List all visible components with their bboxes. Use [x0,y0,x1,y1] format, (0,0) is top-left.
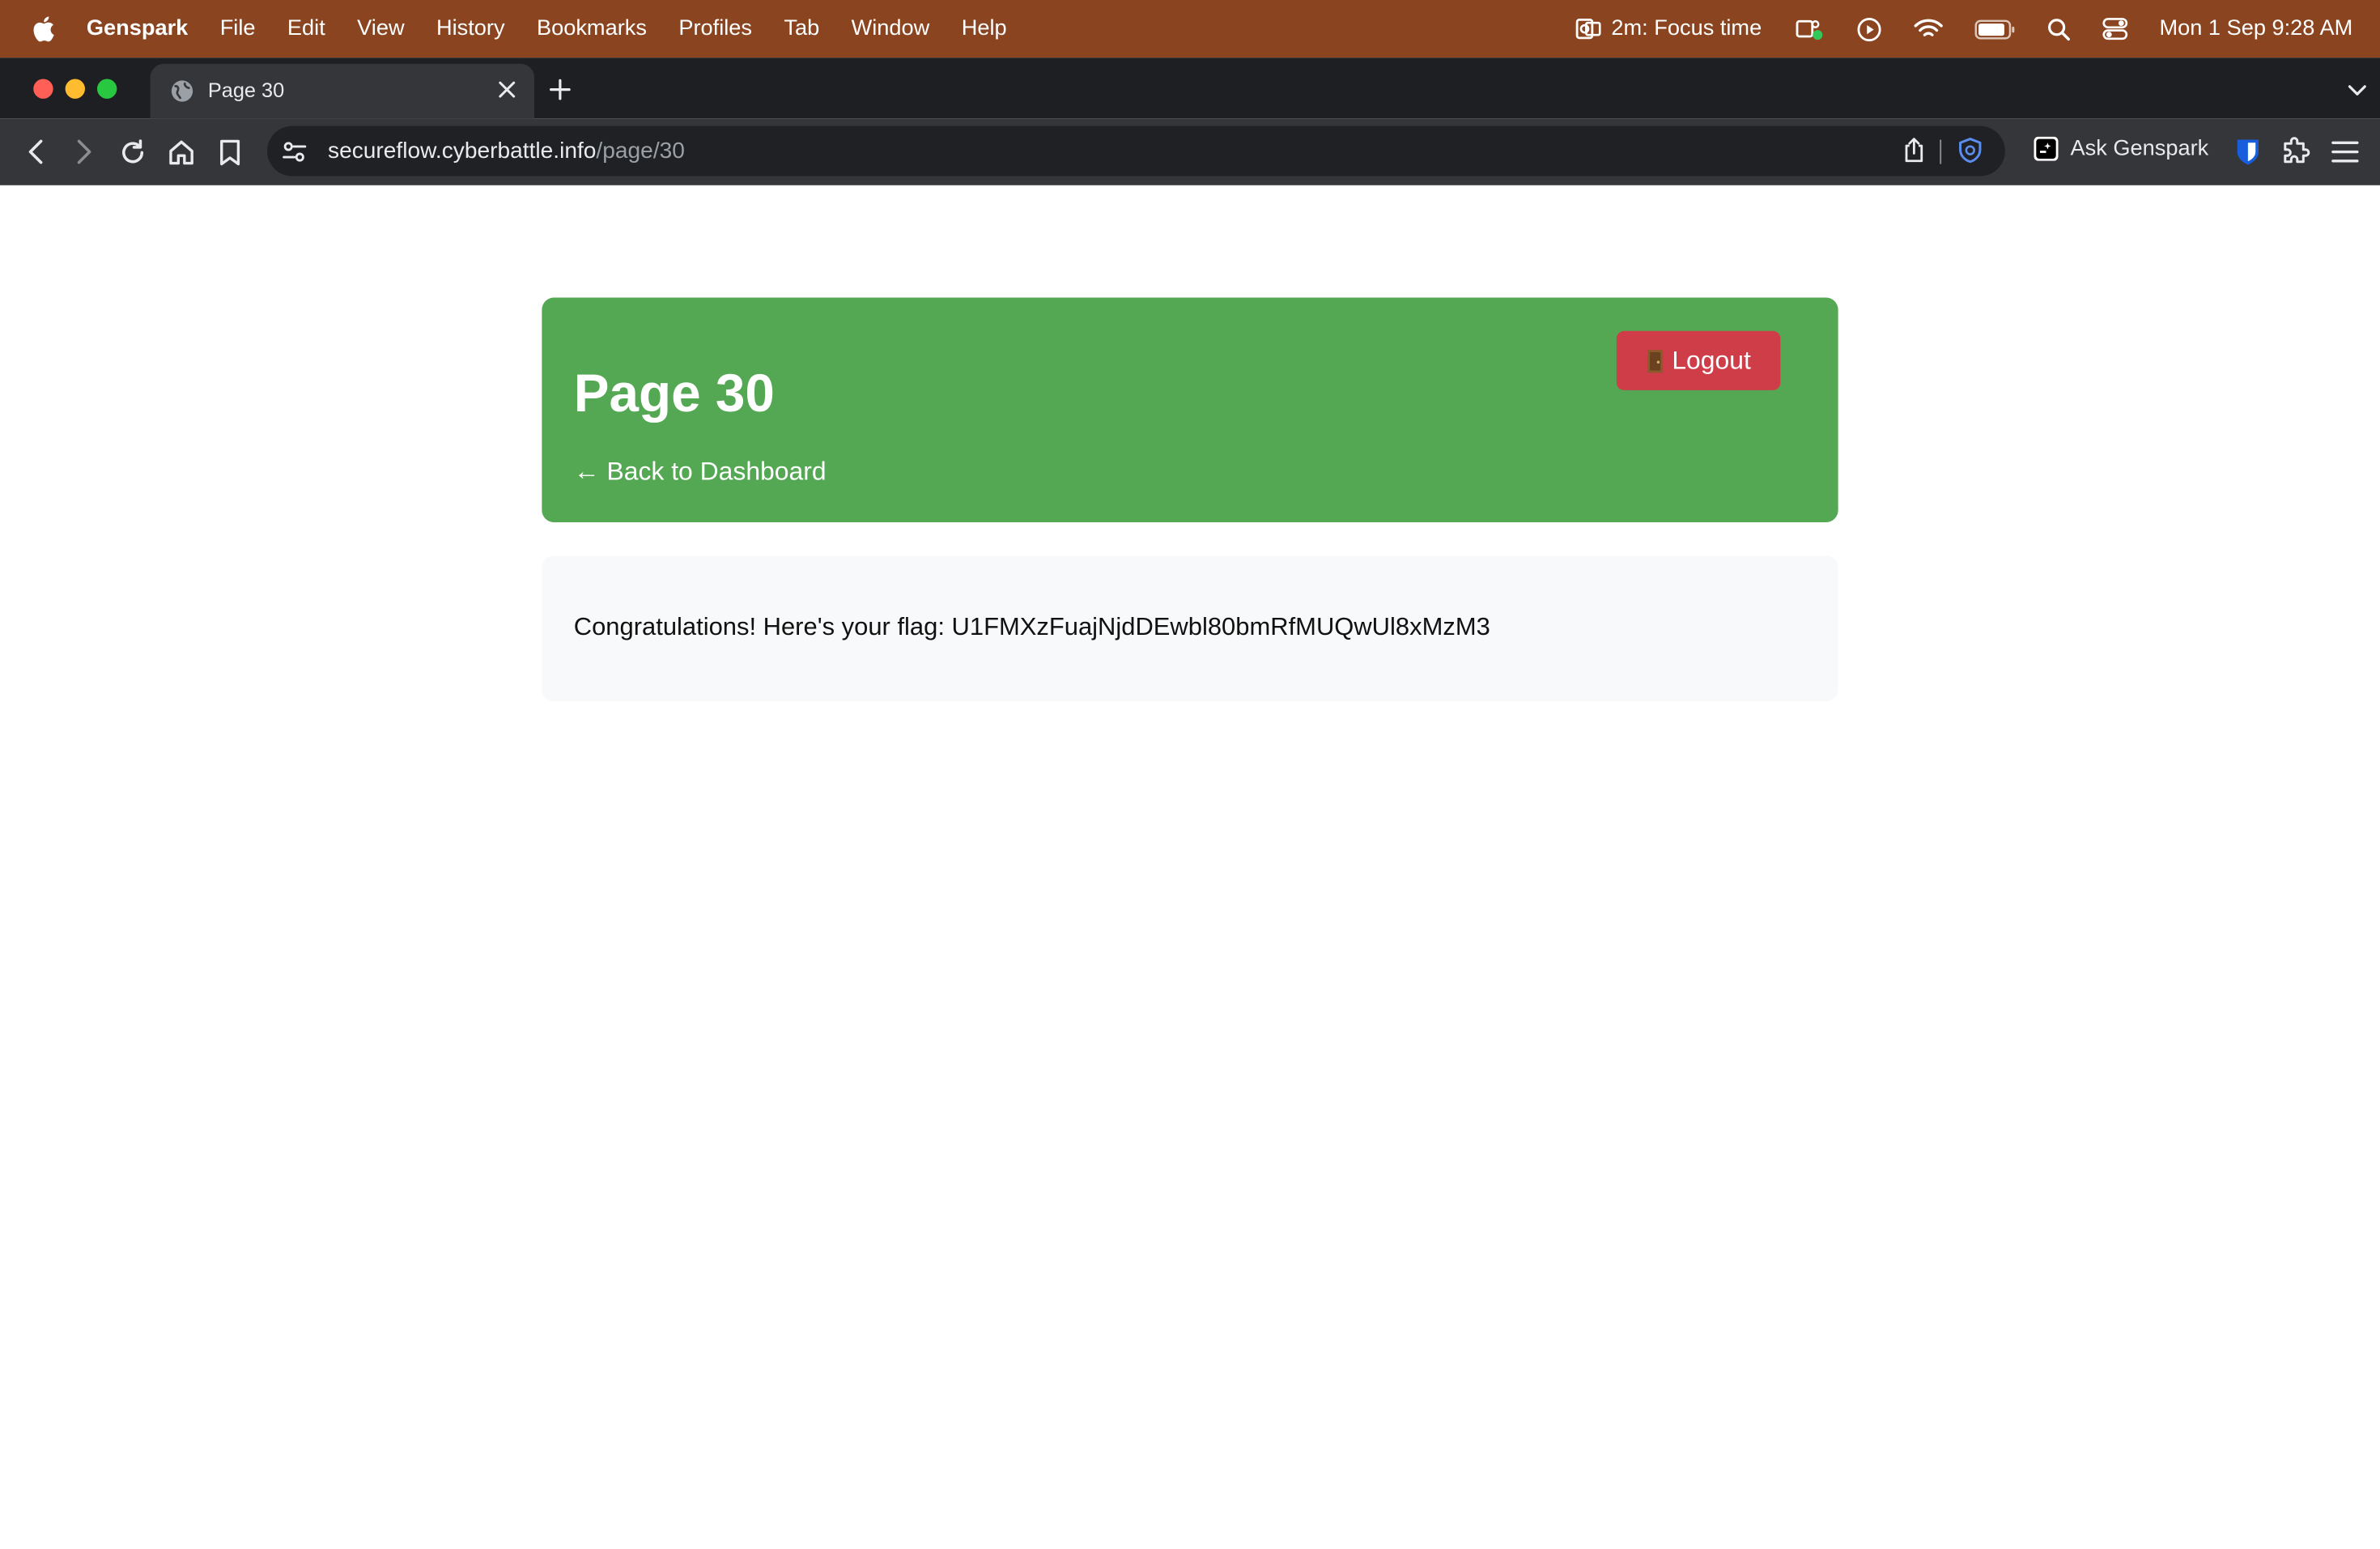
globe-icon [170,79,194,104]
url-text[interactable]: secureflow.cyberbattle.info/page/30 [328,138,685,164]
browser-toolbar: secureflow.cyberbattle.info/page/30 Ask … [0,118,2380,187]
page-header: Page 30 ← Back to Dashboard Logout [542,297,1838,522]
apple-icon[interactable] [31,15,57,43]
tab-title: Page 30 [207,79,285,102]
flag-message: Congratulations! Here's your flag: U1FMX… [573,613,1490,641]
tab-strip: Page 30 [0,57,2380,119]
minimize-window-button[interactable] [65,79,85,99]
page-title: Page 30 [573,364,775,424]
bookmark-icon[interactable] [213,135,246,168]
address-bar[interactable]: secureflow.cyberbattle.info/page/30 [267,126,2005,177]
site-info-tune-icon[interactable] [281,138,308,166]
spotlight-search-icon[interactable] [2047,18,2070,40]
menu-profiles[interactable]: Profiles [678,17,752,41]
share-icon[interactable] [1901,137,1928,164]
genspark-icon [2034,136,2059,161]
door-icon [1647,349,1663,372]
url-path: /page/30 [596,138,685,164]
menu-file[interactable]: File [220,17,256,41]
tab-search-chevron-down-icon[interactable] [2345,78,2369,102]
menu-view[interactable]: View [357,17,404,41]
focus-status-label: 2m: Focus time [1611,16,1762,41]
home-icon[interactable] [164,135,198,168]
close-tab-icon[interactable] [495,78,519,102]
logout-button[interactable]: Logout [1616,330,1781,390]
focus-status[interactable]: 2m: Focus time [1575,17,1762,41]
menu-tab[interactable]: Tab [784,17,819,41]
tab-page-30[interactable]: Page 30 [150,63,534,119]
forward-arrow-icon[interactable] [67,135,100,168]
outlook-calendar-icon [1575,18,1600,40]
datetime[interactable]: Mon 1 Sep 9:28 AM [2159,17,2352,41]
back-to-dashboard-link[interactable]: ← Back to Dashboard [574,457,827,487]
control-center-icon[interactable] [2102,17,2127,41]
extensions-puzzle-icon[interactable] [2278,135,2311,168]
bitwarden-shield-icon[interactable] [2231,135,2264,168]
menu-bookmarks[interactable]: Bookmarks [537,17,647,41]
content-card: Congratulations! Here's your flag: U1FMX… [542,555,1838,702]
close-window-button[interactable] [33,79,53,99]
battery-icon[interactable] [1974,19,2016,39]
teams-icon[interactable] [1794,17,1825,41]
menu-window[interactable]: Window [852,17,930,41]
menu-help[interactable]: Help [962,17,1007,41]
wifi-icon[interactable] [1913,19,1943,40]
menu-app-name[interactable]: Genspark [87,17,188,41]
logout-label: Logout [1672,345,1751,375]
url-domain: secureflow.cyberbattle.info [328,138,597,164]
privacy-shield-icon[interactable] [1957,137,1984,164]
web-page: Page 30 ← Back to Dashboard Logout Congr… [0,185,2380,1549]
ask-genspark-button[interactable]: Ask Genspark [2034,136,2209,161]
menu-bar: Genspark File Edit View History Bookmark… [0,0,2380,58]
back-arrow-icon[interactable] [19,135,53,168]
menu-hamburger-icon[interactable] [2328,135,2361,168]
new-tab-plus-icon[interactable] [546,76,574,104]
menu-history[interactable]: History [436,17,505,41]
status-tray: 2m: Focus time Mon 1 Sep 9:28 AM [1575,0,2352,57]
divider [1940,139,1942,164]
play-icon[interactable] [1855,16,1881,42]
fullscreen-window-button[interactable] [97,79,117,99]
reload-icon[interactable] [116,135,149,168]
menu-edit[interactable]: Edit [287,17,325,41]
ask-genspark-label: Ask Genspark [2070,136,2209,161]
